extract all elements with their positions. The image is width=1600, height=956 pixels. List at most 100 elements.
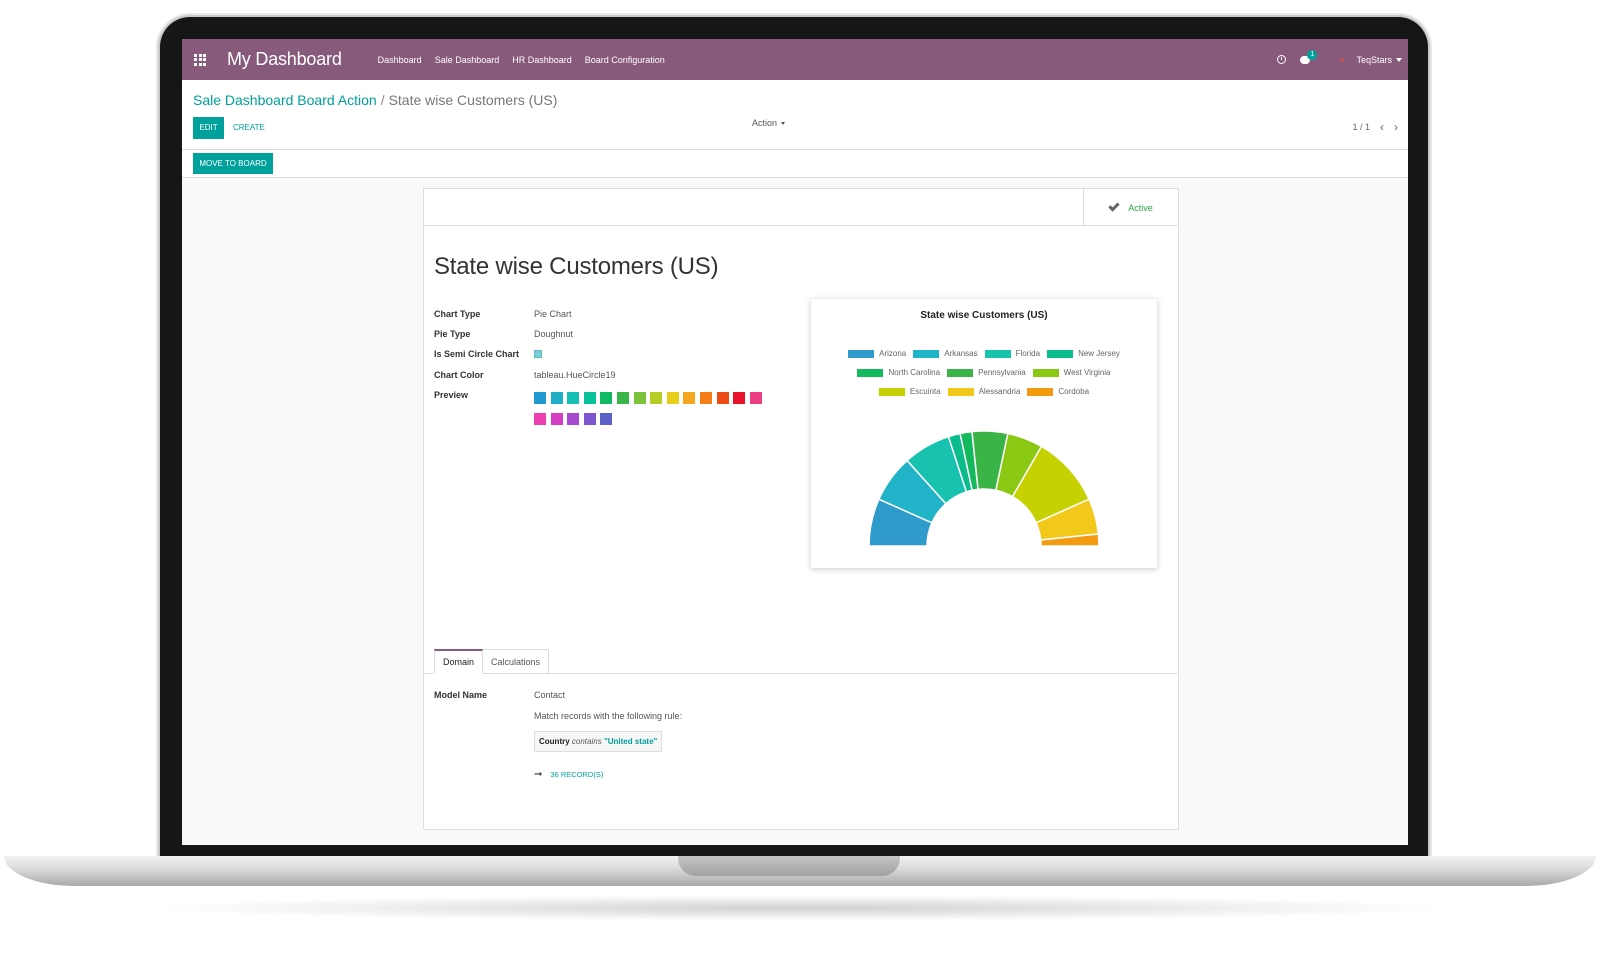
legend-label: New Jersey bbox=[1078, 349, 1120, 358]
palette-swatch-4 bbox=[600, 392, 613, 404]
domain-rule-value: "United state" bbox=[603, 737, 658, 746]
legend-label: Arkansas bbox=[944, 349, 978, 358]
palette-swatch-12 bbox=[733, 392, 746, 404]
palette-swatch-15 bbox=[550, 413, 563, 425]
laptop-shadow bbox=[140, 895, 1460, 921]
preview-label: Preview bbox=[434, 390, 469, 400]
domain-rule-text: Match records with the following rule: bbox=[534, 711, 683, 721]
apps-grid-icon[interactable] bbox=[194, 53, 206, 66]
form-statusbar: Active bbox=[424, 189, 1178, 226]
form-sheet: Active State wise Customers (US) Chart T… bbox=[423, 188, 1179, 830]
model-name-label: Model Name bbox=[434, 690, 488, 700]
legend-swatch bbox=[848, 349, 875, 358]
active-toggle-button[interactable]: Active bbox=[1083, 189, 1178, 226]
legend-item-5[interactable]: Pennsylvania bbox=[947, 368, 1026, 377]
semi-circle-label: Is Semi Circle Chart bbox=[434, 349, 520, 359]
button-bar: MOVE TO BOARD bbox=[182, 150, 1408, 178]
create-button[interactable]: CREATE bbox=[233, 117, 265, 139]
app-brand[interactable]: My Dashboard bbox=[227, 49, 342, 70]
legend-label: Pennsylvania bbox=[978, 368, 1026, 377]
palette-swatch-2 bbox=[567, 392, 580, 404]
pie-type-value[interactable]: Doughnut bbox=[534, 329, 573, 339]
chart-color-label: Chart Color bbox=[434, 370, 484, 380]
move-to-board-button[interactable]: MOVE TO BOARD bbox=[193, 153, 273, 174]
chevron-right-icon[interactable]: › bbox=[1394, 120, 1398, 134]
color-preview-palette bbox=[534, 392, 774, 434]
chart-color-value[interactable]: tableau.HueCircle19 bbox=[534, 370, 616, 380]
tab-calculations[interactable]: Calculations bbox=[482, 649, 550, 674]
chevron-left-icon[interactable]: ‹ bbox=[1380, 120, 1384, 134]
legend-row-0: Arizona Arkansas Florida New Jersey bbox=[811, 347, 1157, 360]
chat-icon[interactable]: 1 bbox=[1300, 49, 1318, 64]
legend-swatch bbox=[857, 368, 884, 377]
legend-item-3[interactable]: New Jersey bbox=[1047, 349, 1120, 358]
caret-down-icon[interactable] bbox=[1396, 57, 1402, 62]
palette-swatch-18 bbox=[600, 413, 613, 425]
screen: My Dashboard Dashboard Sale Dashboard HR… bbox=[182, 39, 1408, 845]
main-menu: Dashboard Sale Dashboard HR Dashboard Bo… bbox=[378, 55, 678, 65]
pie-type-label: Pie Type bbox=[434, 329, 471, 339]
palette-swatch-0 bbox=[534, 392, 546, 404]
action-label: Action bbox=[752, 118, 778, 128]
breadcrumb: Sale Dashboard Board Action / State wise C… bbox=[193, 92, 557, 108]
palette-swatch-3 bbox=[583, 392, 596, 404]
breadcrumb-current: State wise Customers (US) bbox=[388, 92, 558, 108]
domain-rule-operator: contains bbox=[571, 737, 604, 746]
palette-swatch-14 bbox=[534, 413, 546, 425]
legend-label: West Virginia bbox=[1063, 368, 1111, 377]
pager: 1 / 1 ‹ › bbox=[1352, 120, 1398, 134]
legend-row-1: North Carolina Pennsylvania West Virginia bbox=[811, 366, 1157, 379]
legend-item-1[interactable]: Arkansas bbox=[913, 349, 978, 358]
legend-item-6[interactable]: West Virginia bbox=[1032, 368, 1111, 377]
palette-swatch-13 bbox=[749, 392, 762, 404]
menu-board-configuration[interactable]: Board Configuration bbox=[585, 55, 665, 65]
semi-circle-checkbox[interactable] bbox=[534, 350, 542, 358]
laptop-notch bbox=[678, 856, 900, 876]
palette-swatch-5 bbox=[616, 392, 629, 404]
breadcrumb-parent-link[interactable]: Sale Dashboard Board Action bbox=[193, 92, 377, 108]
chart-card: State wise Customers (US) Arizona Arkansa… bbox=[811, 299, 1157, 568]
palette-swatch-8 bbox=[666, 392, 679, 404]
chart-type-label: Chart Type bbox=[434, 309, 481, 319]
user-status-dot bbox=[1340, 57, 1345, 62]
pager-value[interactable]: 1 / 1 bbox=[1352, 122, 1370, 132]
palette-swatch-7 bbox=[650, 392, 663, 404]
legend-label: Florida bbox=[1015, 349, 1041, 358]
palette-swatch-1 bbox=[550, 392, 563, 404]
chart-title: State wise Customers (US) bbox=[920, 310, 1048, 321]
active-label: Active bbox=[1128, 202, 1153, 213]
chart-type-value[interactable]: Pie Chart bbox=[534, 309, 572, 319]
domain-rule[interactable]: Country contains "United state" bbox=[534, 731, 663, 752]
legend-swatch bbox=[1047, 349, 1074, 358]
tab-domain[interactable]: Domain bbox=[434, 649, 484, 674]
legend-swatch bbox=[947, 368, 974, 377]
check-icon bbox=[1108, 200, 1120, 212]
edit-button[interactable]: EDIT bbox=[193, 117, 224, 139]
record-title: State wise Customers (US) bbox=[434, 253, 719, 280]
palette-swatch-6 bbox=[633, 392, 646, 404]
legend-item-2[interactable]: Florida bbox=[984, 349, 1041, 358]
chat-badge: 1 bbox=[1307, 49, 1318, 60]
palette-swatch-9 bbox=[683, 392, 696, 404]
clock-icon[interactable] bbox=[1277, 55, 1287, 64]
legend-label: North Carolina bbox=[888, 368, 941, 377]
user-menu[interactable]: TeqStars bbox=[1356, 55, 1392, 65]
records-link[interactable]: ➞ 36 RECORD(S) bbox=[534, 769, 603, 780]
palette-swatch-10 bbox=[699, 392, 712, 404]
palette-swatch-11 bbox=[716, 392, 729, 404]
menu-hr-dashboard[interactable]: HR Dashboard bbox=[512, 55, 572, 65]
legend-swatch bbox=[913, 349, 940, 358]
model-name-value[interactable]: Contact bbox=[534, 690, 565, 700]
notebook-tabs: Domain Calculations bbox=[434, 649, 550, 674]
legend-item-0[interactable]: Arizona bbox=[848, 349, 906, 358]
menu-dashboard[interactable]: Dashboard bbox=[378, 55, 422, 65]
action-dropdown[interactable]: Action bbox=[752, 118, 786, 128]
domain-rule-field: Country bbox=[539, 737, 570, 746]
legend-item-4[interactable]: North Carolina bbox=[857, 368, 940, 377]
top-navbar: My Dashboard Dashboard Sale Dashboard HR… bbox=[182, 39, 1408, 80]
menu-sale-dashboard[interactable]: Sale Dashboard bbox=[435, 55, 500, 65]
legend-swatch bbox=[984, 349, 1011, 358]
caret-down-icon bbox=[781, 122, 786, 126]
palette-swatch-17 bbox=[583, 413, 596, 425]
doughnut-chart bbox=[868, 430, 1100, 547]
